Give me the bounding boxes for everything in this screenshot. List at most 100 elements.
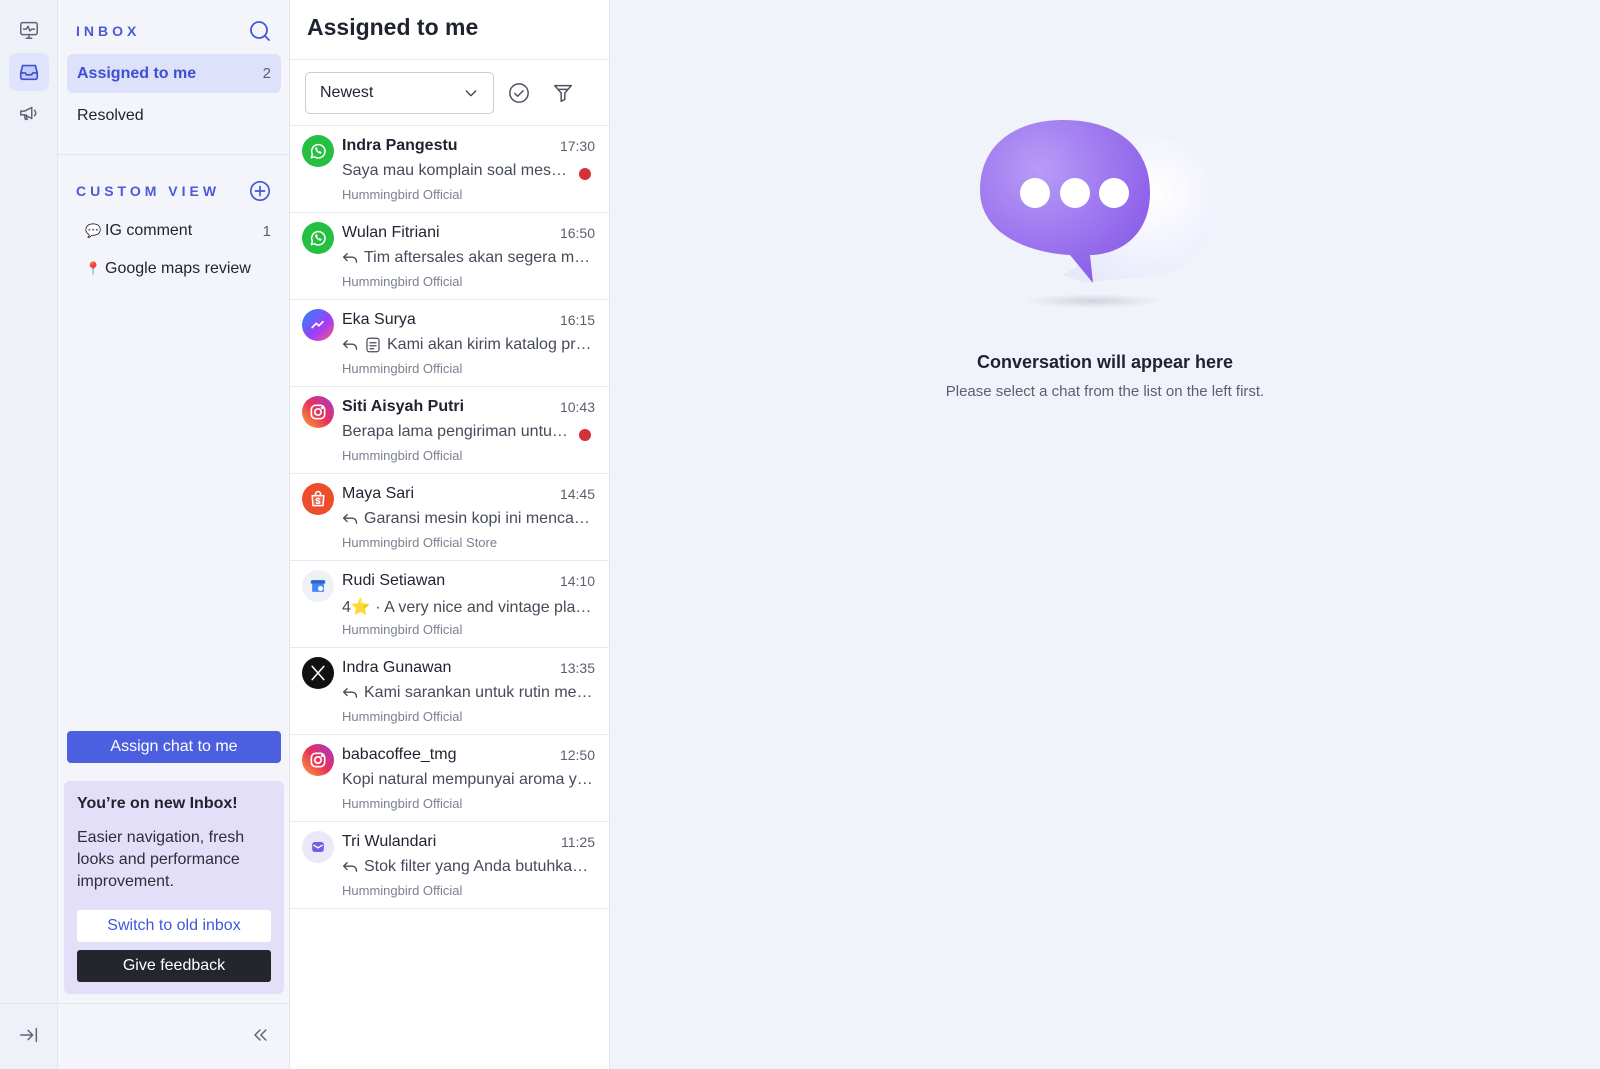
contact-name: Indra Gunawan xyxy=(342,659,452,676)
channel-account-name: Hummingbird Official xyxy=(342,361,463,376)
channel-account-name: Hummingbird Official xyxy=(342,796,463,811)
message-preview-text: Garansi mesin kopi ini mencakup satu tah… xyxy=(364,510,594,527)
inbox-tray-icon[interactable] xyxy=(9,53,49,91)
promo-body: Easier navigation, fresh looks and perfo… xyxy=(77,829,245,890)
message-time: 17:30 xyxy=(559,138,595,154)
collapse-left-icon[interactable] xyxy=(245,1020,275,1050)
conversation-row[interactable]: Siti Aisyah Putri 10:43 Berapa lama pengir… xyxy=(290,387,609,474)
list-toolbar: Newest xyxy=(290,60,609,126)
empty-state-subtitle: Please select a chat from the list on th… xyxy=(945,383,1265,400)
map-pin-icon: 📍 xyxy=(85,261,102,276)
message-preview: Stok filter yang Anda butuhkan sudah ter… xyxy=(342,858,594,876)
megaphone-icon[interactable] xyxy=(9,94,49,132)
conversation-list: Indra Pangestu 17:30 Saya mau komplain soa… xyxy=(290,126,609,909)
message-time: 16:50 xyxy=(559,225,595,241)
nav-divider xyxy=(58,154,290,155)
channel-account-name: Hummingbird Official xyxy=(342,709,463,724)
nav-item-label: Assigned to me xyxy=(77,64,197,82)
message-preview: Garansi mesin kopi ini mencakup satu tah… xyxy=(342,510,594,528)
conversation-row[interactable]: Indra Pangestu 17:30 Saya mau komplain soa… xyxy=(290,126,609,213)
assign-chat-to-me-button[interactable]: Assign chat to me xyxy=(67,731,281,763)
message-preview: 4⭐ · A very nice and vintage place to ha… xyxy=(342,597,594,617)
nav-item-label: Resolved xyxy=(77,106,144,124)
instagram-icon xyxy=(302,744,334,776)
chevron-down-icon xyxy=(465,90,477,97)
message-preview-text: Berapa lama pengiriman untuk wilayah Jak… xyxy=(342,423,570,440)
shopee-bag-icon xyxy=(302,483,334,515)
conversation-row[interactable]: babacoffee_tmg 12:50 Kopi natural mempunya… xyxy=(290,735,609,822)
conversation-list-panel: Assigned to me Newest Indra Pangestu 17:3… xyxy=(290,0,610,1069)
message-time: 14:10 xyxy=(559,573,595,589)
conversation-row[interactable]: Wulan Fitriani 16:50 Tim aftersales akan s… xyxy=(290,213,609,300)
message-preview: Tim aftersales akan segera menghubungi A… xyxy=(342,249,594,267)
switch-to-old-inbox-button[interactable]: Switch to old inbox xyxy=(77,910,271,942)
contact-name: Wulan Fitriani xyxy=(342,224,440,241)
conversation-row[interactable]: Indra Gunawan 13:35 Kami sarankan untuk ru… xyxy=(290,648,609,735)
custom-view-label: Google maps review xyxy=(105,260,251,277)
nav-item-count: 2 xyxy=(262,65,271,82)
rail-footer xyxy=(0,1003,58,1069)
reply-arrow-icon xyxy=(343,862,358,872)
whatsapp-icon xyxy=(302,135,334,167)
new-inbox-promo-card: You’re on new Inbox! Easier navigation, … xyxy=(64,781,284,994)
contact-name: Tri Wulandari xyxy=(342,833,437,850)
monitor-pulse-icon[interactable] xyxy=(9,11,49,49)
conversation-row[interactable]: Maya Sari 14:45 Garansi mesin kopi ini men… xyxy=(290,474,609,561)
message-time: 11:25 xyxy=(561,834,595,850)
custom-view-ig-comment[interactable]: 💬 IG comment 1 xyxy=(67,216,281,246)
contact-name: Rudi Setiawan xyxy=(342,572,446,589)
message-time: 13:35 xyxy=(559,660,595,676)
nav-footer xyxy=(58,1003,290,1069)
message-preview: Kami sarankan untuk rutin membersihkan m… xyxy=(342,684,594,702)
message-preview-text: Stok filter yang Anda butuhkan sudah ter… xyxy=(364,858,594,875)
give-feedback-button[interactable]: Give feedback xyxy=(77,950,271,982)
chat-bubble-illustration xyxy=(980,120,1215,308)
conversation-row[interactable]: Eka Surya 16:15 Kami akan kirim katalog pr… xyxy=(290,300,609,387)
check-circle-icon[interactable] xyxy=(506,80,532,106)
messenger-icon xyxy=(302,309,334,341)
message-preview-text: 4⭐ · A very nice and vintage place to ha… xyxy=(342,599,594,616)
message-time: 16:15 xyxy=(559,312,595,328)
instagram-icon xyxy=(302,396,334,428)
message-preview-text: Kami akan kirim katalog produk terbaru xyxy=(387,336,594,353)
reply-arrow-icon xyxy=(343,514,358,524)
reply-arrow-icon xyxy=(343,688,358,698)
message-preview-text: Kopi natural mempunyai aroma yang khas xyxy=(342,771,594,788)
channel-account-name: Hummingbird Official Store xyxy=(342,535,498,550)
message-preview-text: Kami sarankan untuk rutin membersihkan m… xyxy=(364,684,594,701)
add-custom-view-icon[interactable] xyxy=(247,178,273,204)
message-preview-text: Tim aftersales akan segera menghubungi A… xyxy=(364,249,594,266)
conversation-row[interactable]: Tri Wulandari 11:25 Stok filter yang Anda … xyxy=(290,822,609,909)
sort-value: Newest xyxy=(320,84,374,101)
empty-state-title: Conversation will appear here xyxy=(976,352,1234,372)
inbox-section-title: INBOX xyxy=(76,23,141,39)
list-header: Assigned to me xyxy=(290,0,609,60)
nav-item-assigned-to-me[interactable]: Assigned to me 2 xyxy=(67,54,281,93)
contact-name: Eka Surya xyxy=(342,311,416,328)
expand-right-icon[interactable] xyxy=(14,1020,44,1050)
filter-icon[interactable] xyxy=(550,80,576,106)
message-preview-text: Saya mau komplain soal mesin kopi saya xyxy=(342,162,570,179)
message-preview: Kami akan kirim katalog produk terbaru xyxy=(342,336,594,354)
contact-name: Indra Pangestu xyxy=(342,137,458,154)
custom-view-label: IG comment xyxy=(105,222,193,239)
search-icon[interactable] xyxy=(247,18,273,44)
reply-arrow-icon xyxy=(343,340,358,350)
channel-account-name: Hummingbird Official xyxy=(342,883,463,898)
unread-dot xyxy=(579,168,591,180)
contact-name: Maya Sari xyxy=(342,485,415,502)
icon-rail xyxy=(0,0,58,1069)
contact-name: babacoffee_tmg xyxy=(342,746,457,763)
message-time: 14:45 xyxy=(559,486,595,502)
conversation-row[interactable]: Rudi Setiawan 14:10 4⭐ · A very nice and v… xyxy=(290,561,609,648)
sort-dropdown[interactable]: Newest xyxy=(305,72,494,114)
message-preview: Kopi natural mempunyai aroma yang khas xyxy=(342,771,594,789)
google-business-profile-icon xyxy=(302,570,334,602)
custom-view-count: 1 xyxy=(262,222,271,240)
nav-item-resolved[interactable]: Resolved xyxy=(67,96,281,135)
custom-view-google-maps-review[interactable]: 📍 Google maps review xyxy=(67,254,281,284)
conversation-detail-area: Conversation will appear here Please sel… xyxy=(610,0,1600,1069)
message-time: 12:50 xyxy=(559,747,595,763)
message-preview: Saya mau komplain soal mesin kopi saya xyxy=(342,162,570,180)
page-title: Assigned to me xyxy=(307,14,479,40)
